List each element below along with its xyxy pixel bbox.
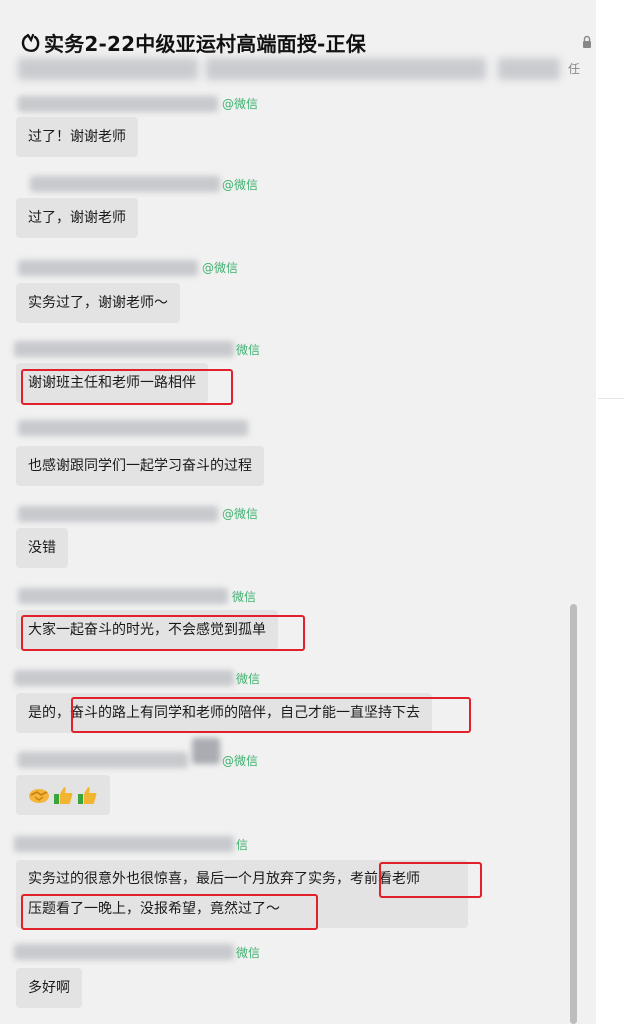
sender-blur — [18, 588, 228, 604]
message-text: 多好啊 — [28, 980, 70, 996]
chat-panel: 实务2-22中级亚运村高端面授-正保 任 @微信 过了！谢谢老师 @微信 过了，… — [0, 0, 596, 1024]
message-bubble[interactable]: 谢谢班主任和老师一路相伴 — [16, 363, 208, 403]
message-text-line1: 实务过的很意外也很惊喜，最后一个月放弃了实务，考前看老师 — [28, 871, 420, 887]
message-text: 奋斗的路上有同学和老师的陪伴，自己才能一直坚持下去 — [70, 705, 420, 721]
sender-blur — [18, 96, 218, 112]
sender-source: 微信 — [236, 672, 261, 686]
sender-source: @微信 — [222, 754, 259, 768]
sender-source: @微信 — [222, 97, 259, 111]
message-bubble[interactable]: 是的，奋斗的路上有同学和老师的陪伴，自己才能一直坚持下去 — [16, 693, 432, 733]
message-text: 实务过了，谢谢老师～ — [28, 295, 168, 311]
message-text: 谢谢班主任和老师一路相伴 — [28, 375, 196, 391]
message-bubble[interactable] — [16, 775, 110, 815]
message-bubble[interactable]: 过了，谢谢老师 — [16, 198, 138, 238]
emoji-row — [28, 784, 98, 806]
subtitle-blur — [498, 58, 560, 80]
lock-icon[interactable] — [582, 34, 592, 48]
message-bubble[interactable]: 实务过了，谢谢老师～ — [16, 283, 180, 323]
handshake-icon — [28, 784, 50, 806]
sender-blur — [30, 176, 220, 192]
thumbs-up-icon — [76, 784, 98, 806]
side-panel — [596, 0, 624, 1024]
sender-source: @微信 — [222, 507, 259, 521]
message-bubble[interactable]: 多好啊 — [16, 968, 82, 1008]
sender-avatar-blur — [192, 738, 220, 764]
message-bubble[interactable]: 也感谢跟同学们一起学习奋斗的过程 — [16, 446, 264, 486]
thumbs-up-icon — [52, 784, 74, 806]
sender-blur — [14, 944, 234, 960]
sender-source: @微信 — [222, 178, 259, 192]
message-text: 没错 — [28, 540, 56, 556]
message-bubble[interactable]: 大家一起奋斗的时光，不会感觉到孤单 — [16, 610, 278, 650]
sender-blur — [14, 836, 234, 852]
sender-source: 信 — [236, 838, 249, 852]
sender-source: 微信 — [232, 590, 257, 604]
message-text: 大家一起奋斗的时光，不会感觉到孤单 — [28, 622, 266, 638]
sender-blur — [18, 260, 198, 276]
sender-blur — [18, 506, 218, 522]
message-text-line2: 压题看了一晚上，没报希望，竟然过了～ — [28, 901, 280, 917]
message-bubble[interactable]: 实务过的很意外也很惊喜，最后一个月放弃了实务，考前看老师 压题看了一晚上，没报希… — [16, 860, 468, 928]
sender-blur — [14, 670, 234, 686]
message-text: 过了，谢谢老师 — [28, 210, 126, 226]
chat-header: 实务2-22中级亚运村高端面授-正保 任 — [0, 0, 596, 98]
sender-source: 微信 — [236, 946, 261, 960]
message-text-prefix: 是的， — [28, 705, 70, 721]
scrollbar[interactable] — [570, 604, 577, 1024]
message-text: 过了！谢谢老师 — [28, 129, 126, 145]
subtitle-blur — [18, 58, 198, 80]
divider — [598, 398, 624, 399]
page-title: 实务2-22中级亚运村高端面授-正保 — [20, 28, 366, 57]
message-bubble[interactable]: 没错 — [16, 528, 68, 568]
sender-blur — [18, 752, 188, 768]
sender-blur — [18, 420, 248, 436]
page-title-text: 实务2-22中级亚运村高端面授-正保 — [44, 32, 366, 56]
sender-blur — [14, 341, 234, 357]
message-bubble[interactable]: 过了！谢谢老师 — [16, 117, 138, 157]
subtitle-blur — [206, 58, 486, 80]
sender-source: @微信 — [202, 261, 239, 275]
sender-source: 微信 — [236, 343, 261, 357]
message-text: 也感谢跟同学们一起学习奋斗的过程 — [28, 458, 252, 474]
subtitle-tail: 任 — [568, 62, 581, 76]
group-avatar-icon — [20, 32, 42, 54]
